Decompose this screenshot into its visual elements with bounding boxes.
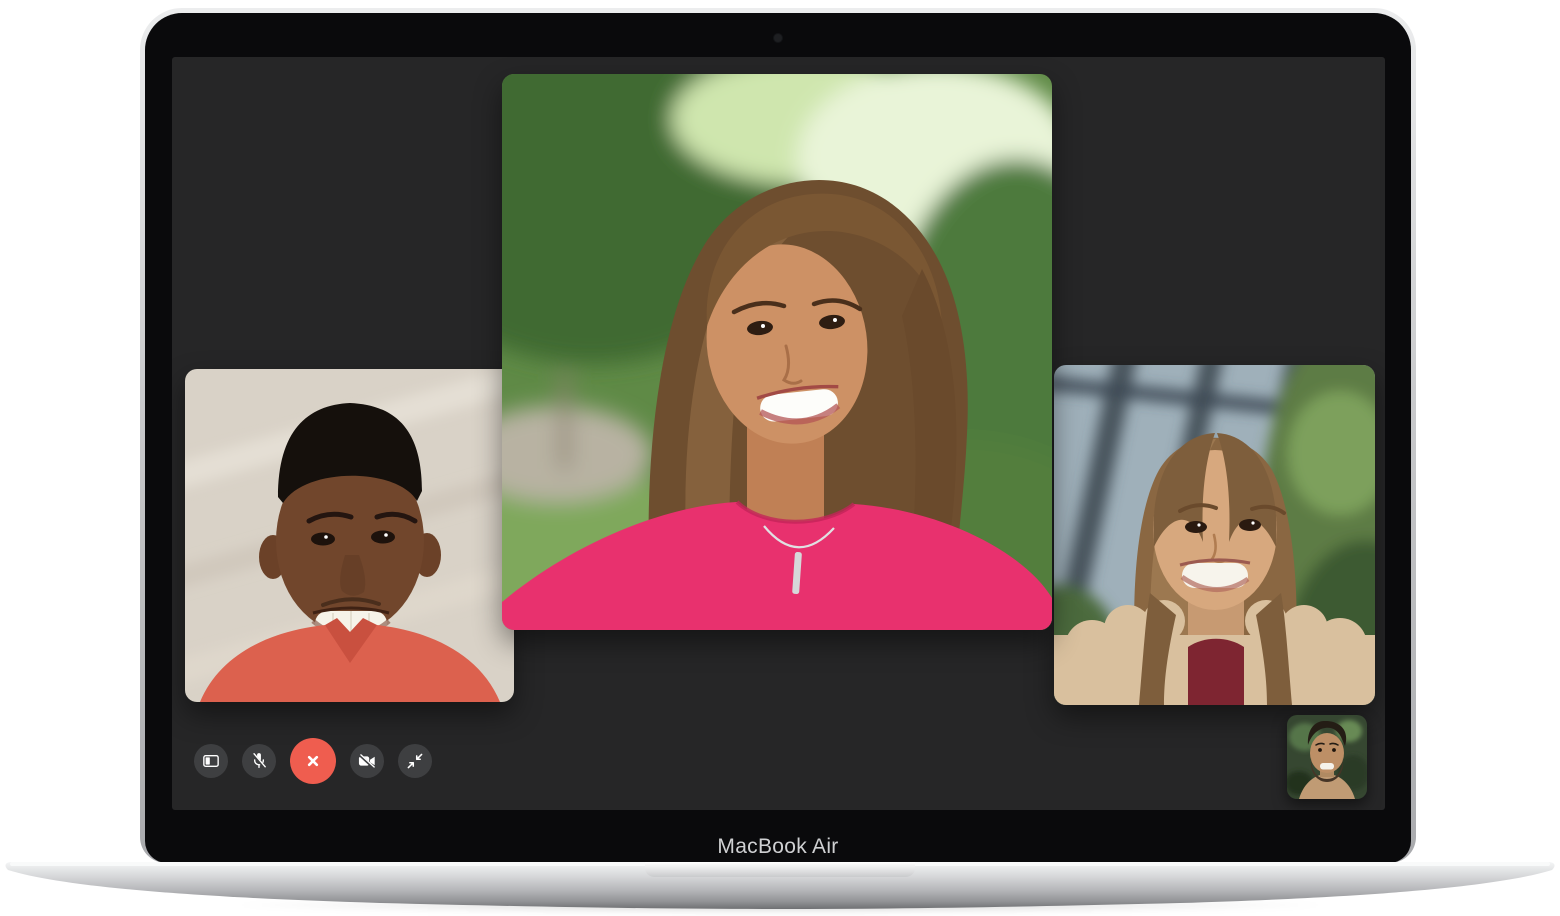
webcam-dot (774, 34, 782, 42)
laptop-lid: MacBook Air (140, 8, 1416, 863)
participant-right-portrait (1054, 365, 1375, 705)
active-speaker-portrait (502, 74, 1052, 630)
sidebar-icon (200, 750, 222, 772)
self-view-tile[interactable] (1287, 715, 1367, 799)
call-controls-bar (194, 738, 432, 784)
mic-off-icon (248, 750, 270, 772)
participant-left-portrait (185, 369, 514, 702)
camera-off-icon (356, 750, 378, 772)
collapse-icon (404, 750, 426, 772)
minimize-button[interactable] (398, 744, 432, 778)
macbook-air-mockup: MacBook Air (0, 0, 1560, 916)
camera-off-button[interactable] (350, 744, 384, 778)
video-tile-active-speaker[interactable] (502, 74, 1052, 630)
screen-bezel: MacBook Air (145, 13, 1411, 863)
close-x-icon (301, 749, 325, 773)
sidebar-button[interactable] (194, 744, 228, 778)
mute-button[interactable] (242, 744, 276, 778)
laptop-base (0, 856, 1560, 916)
video-tile-participant-right[interactable] (1054, 365, 1375, 705)
end-call-button[interactable] (290, 738, 336, 784)
video-tile-participant-left[interactable] (185, 369, 514, 702)
facetime-call-screen (172, 57, 1385, 810)
self-view-portrait (1287, 715, 1367, 799)
